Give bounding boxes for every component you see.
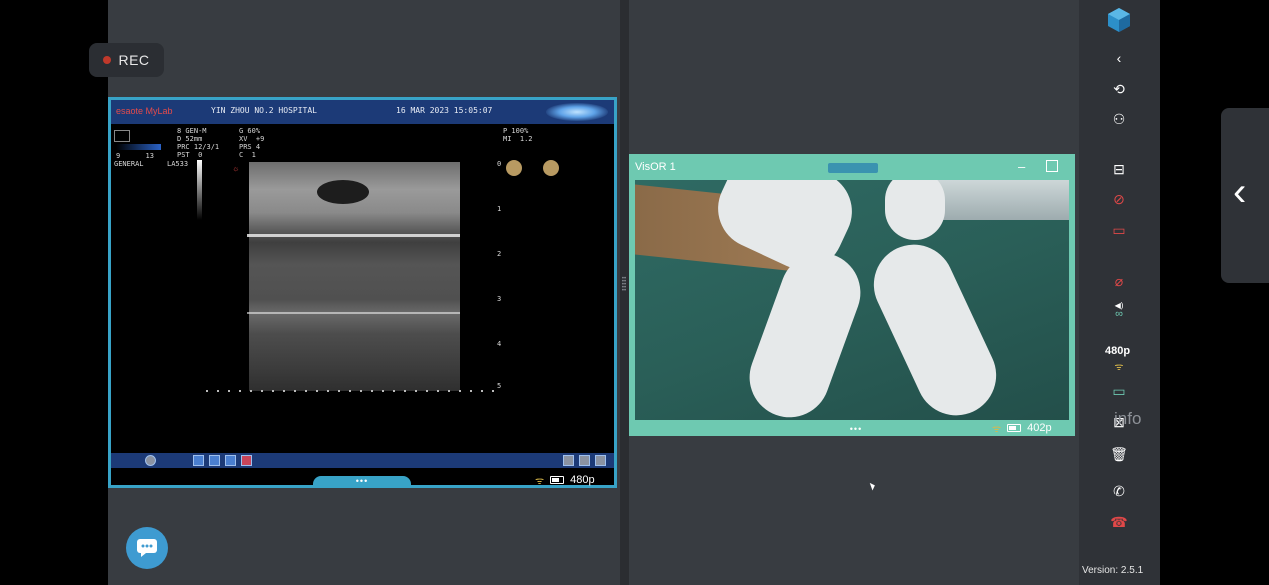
depth-label: 5 — [497, 382, 502, 390]
signal-icon: ᯤ — [992, 424, 1002, 435]
divider-grip-icon[interactable]: •• •• •• •• •• — [621, 276, 627, 308]
toolbar-resolution: 480p — [1105, 345, 1131, 357]
logo-icon — [1108, 8, 1130, 32]
footer-close-icon — [241, 455, 252, 466]
ultrasound-video-frame[interactable]: esaote MyLab YIN ZHOU NO.2 HOSPITAL 16 M… — [108, 97, 617, 488]
footer-icon — [193, 455, 204, 466]
body-mark-icon — [543, 160, 559, 176]
visor-title: VisOR 1 — [635, 161, 676, 173]
probe-button-icon — [145, 455, 156, 466]
record-dot-icon — [103, 56, 112, 64]
mic-off-icon[interactable]: ⌀ — [1110, 272, 1128, 290]
gloved-hand — [738, 241, 872, 420]
battery-icon: ▭ — [1112, 382, 1126, 399]
plastic-drape — [925, 180, 1069, 220]
info-label: info — [1114, 409, 1142, 428]
rec-label: REC — [118, 52, 150, 68]
hospital-name: YIN ZHOU NO.2 HOSPITAL — [211, 106, 317, 115]
battery-icon — [1007, 424, 1022, 432]
body-mark-icon — [506, 160, 522, 176]
right-letterbox — [1160, 0, 1269, 585]
depth-label: 2 — [497, 250, 502, 258]
maximize-icon[interactable] — [1046, 160, 1058, 172]
footer-icon — [225, 455, 236, 466]
visor-video-frame[interactable]: VisOR 1 – ᯤ 402p ••• — [629, 154, 1075, 436]
footer-icon — [579, 455, 590, 466]
footer-icon — [595, 455, 606, 466]
surgical-video — [635, 180, 1069, 420]
visor-drag-handle[interactable]: ••• — [807, 424, 905, 436]
battery-icon — [550, 476, 565, 484]
echo-line — [247, 234, 460, 237]
params-mid: G 60% XV +9 PRS 4 C 1 — [239, 127, 265, 159]
chat-icon — [137, 539, 157, 557]
ultrasound-footer — [111, 453, 614, 468]
color-scale-numbers: 9 13 — [116, 152, 154, 160]
color-scale-bar — [116, 144, 161, 150]
depth-scale: 0 1 2 3 4 5 — [497, 160, 504, 390]
depth-label: 4 — [497, 340, 502, 348]
probe-label: LA533 — [167, 160, 189, 168]
version-label: Version: 2.5.1 — [1082, 565, 1144, 576]
probe-icon — [114, 130, 130, 142]
ultrasound-status: ᯤ 480p — [535, 473, 595, 487]
depth-label: 1 — [497, 205, 502, 213]
ultrasound-drag-handle[interactable]: ••• — [313, 476, 411, 488]
params-left: 8 GEN-M D 52mm PRC 12/3/1 PST 0 — [177, 127, 220, 159]
logo-swirl-icon — [546, 103, 608, 121]
signal-icon: ᯤ — [1114, 362, 1124, 373]
depth-label: 3 — [497, 295, 502, 303]
ultrasound-brand: esaote MyLab — [116, 106, 173, 116]
rotate-camera-icon[interactable]: ⟲ — [1110, 80, 1128, 98]
visor-status: ᯤ 402p — [992, 421, 1052, 435]
scan-datetime: 16 MAR 2023 15:05:07 — [396, 106, 493, 115]
ultrasound-resolution: 480p — [570, 474, 595, 486]
gloved-hand — [885, 180, 945, 240]
hang-up-icon[interactable]: ☎ — [1110, 513, 1128, 531]
chat-button[interactable] — [126, 527, 168, 569]
trash-icon[interactable]: 🗑 — [1110, 445, 1128, 463]
footer-icon — [209, 455, 220, 466]
signal-icon: ᯤ — [535, 476, 545, 487]
add-user-icon[interactable]: ⚇ — [1110, 110, 1128, 128]
grayscale-bar — [197, 160, 202, 220]
minimize-icon[interactable]: – — [1018, 159, 1025, 174]
hypoechoic-region — [317, 180, 369, 204]
visor-move-handle[interactable] — [828, 163, 878, 173]
preset-label: GENERAL — [114, 160, 144, 168]
chevron-left-icon[interactable]: ‹ — [1233, 172, 1246, 212]
params-right: P 100% MI 1.2 — [503, 127, 533, 143]
visor-resolution: 402p — [1027, 422, 1052, 434]
glasses-icon[interactable]: ∞ — [1110, 305, 1128, 323]
layout-icon[interactable]: ⊟ — [1110, 160, 1128, 178]
ultrasound-header: esaote MyLab YIN ZHOU NO.2 HOSPITAL 16 M… — [111, 100, 614, 124]
focus-marker-icon: ☼ — [232, 164, 240, 173]
lateral-scale-dots — [206, 390, 496, 392]
call-transfer-icon[interactable]: ✆ — [1110, 482, 1128, 500]
depth-label: 0 — [497, 160, 502, 168]
rec-indicator[interactable]: REC — [89, 43, 164, 77]
chevron-left-icon[interactable]: ‹ — [1110, 49, 1128, 67]
gloved-hand — [860, 231, 1010, 420]
ultrasound-image — [247, 162, 460, 391]
footer-icon — [563, 455, 574, 466]
echo-line — [247, 312, 460, 314]
left-letterbox — [0, 0, 108, 585]
screen-share-off-icon[interactable]: ▭ — [1110, 221, 1128, 239]
camera-off-icon[interactable]: ⊘ — [1110, 190, 1128, 208]
